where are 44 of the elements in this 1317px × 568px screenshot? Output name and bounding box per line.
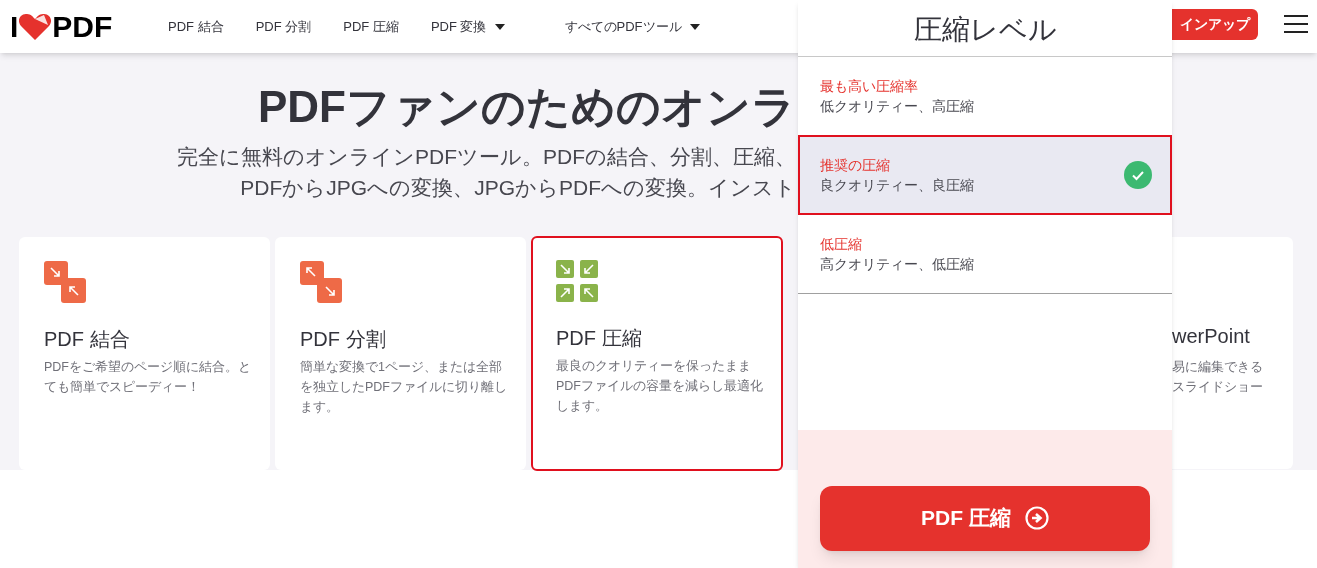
tool-description: 易に編集できる: [1172, 358, 1264, 376]
compression-option[interactable]: 推奨の圧縮 良クオリティー、良圧縮: [798, 135, 1172, 215]
tool-description: PDFをご希望のページ順に結合。とても簡単でスピーディー！: [44, 359, 251, 396]
tool-card[interactable]: PDF 圧縮 最良のクオリティーを保ったままPDFファイルの容量を減らし最適化します。: [531, 236, 783, 471]
compress-button[interactable]: PDF 圧縮: [820, 485, 1150, 551]
tool-card[interactable]: PDF 分割 簡単な変換で1ページ、または全部を独立したPDFファイルに切り離します。: [275, 237, 526, 470]
compression-option[interactable]: 最も高い圧縮率 低クオリティー、高圧縮: [798, 57, 1172, 135]
panel-title: 圧縮レベル: [798, 0, 1172, 57]
option-title: 低圧縮: [820, 235, 863, 254]
nav-link[interactable]: PDF 変換: [430, 16, 505, 37]
tool-title: PDF 結合: [44, 327, 131, 351]
caret-icon: [689, 23, 700, 30]
compression-option[interactable]: 低圧縮 高クオリティー、低圧縮: [798, 215, 1172, 293]
signup-button[interactable]: インアップ: [1172, 9, 1258, 40]
option-subtitle: 良クオリティー、良圧縮: [820, 176, 975, 195]
nav-link[interactable]: PDF 圧縮: [343, 16, 399, 37]
hero-title: PDFファンのためのオンラ: [257, 81, 796, 133]
heart-icon: [18, 12, 53, 41]
logo-text: PDF: [52, 11, 113, 42]
nav-link[interactable]: すべてのPDFツール: [564, 16, 700, 37]
hero-subtitle: PDFからJPGへの変換、JPGからPDFへの変換。インスト: [239, 175, 796, 201]
option-subtitle: 高クオリティー、低圧縮: [820, 255, 975, 274]
merge-icon: [44, 261, 86, 303]
tool-description: 簡単な変換で1ページ、または全部を独立したPDFファイルに切り離します。: [300, 359, 507, 416]
option-title: 推奨の圧縮: [820, 156, 891, 175]
arrow-right-icon: [1024, 506, 1049, 530]
tool-card[interactable]: werPoint 易に編集できる スライドショー: [1172, 237, 1293, 469]
nav-link[interactable]: PDF 結合: [168, 16, 224, 37]
tool-card[interactable]: PDF 結合 PDFをご希望のページ順に結合。とても簡単でスピーディー！: [19, 237, 270, 470]
option-subtitle: 低クオリティー、高圧縮: [820, 97, 975, 116]
tool-title: PDF 分割: [300, 327, 387, 351]
option-title: 最も高い圧縮率: [820, 77, 919, 96]
tool-description: 最良のクオリティーを保ったままPDFファイルの容量を減らし最適化します。: [556, 358, 764, 415]
menu-icon[interactable]: [1284, 14, 1308, 34]
tool-title: werPoint: [1172, 324, 1251, 349]
check-icon: [1124, 161, 1152, 189]
compress-icon: [556, 260, 598, 302]
caret-icon: [494, 23, 505, 30]
tool-description: スライドショー: [1172, 378, 1264, 396]
tool-title: PDF 圧縮: [556, 326, 643, 350]
hero-subtitle: 完全に無料のオンラインPDFツール。PDFの結合、分割、圧縮、: [176, 144, 796, 170]
nav-link[interactable]: PDF 分割: [255, 16, 312, 37]
logo-text: I: [10, 11, 19, 42]
split-icon: [300, 261, 342, 303]
